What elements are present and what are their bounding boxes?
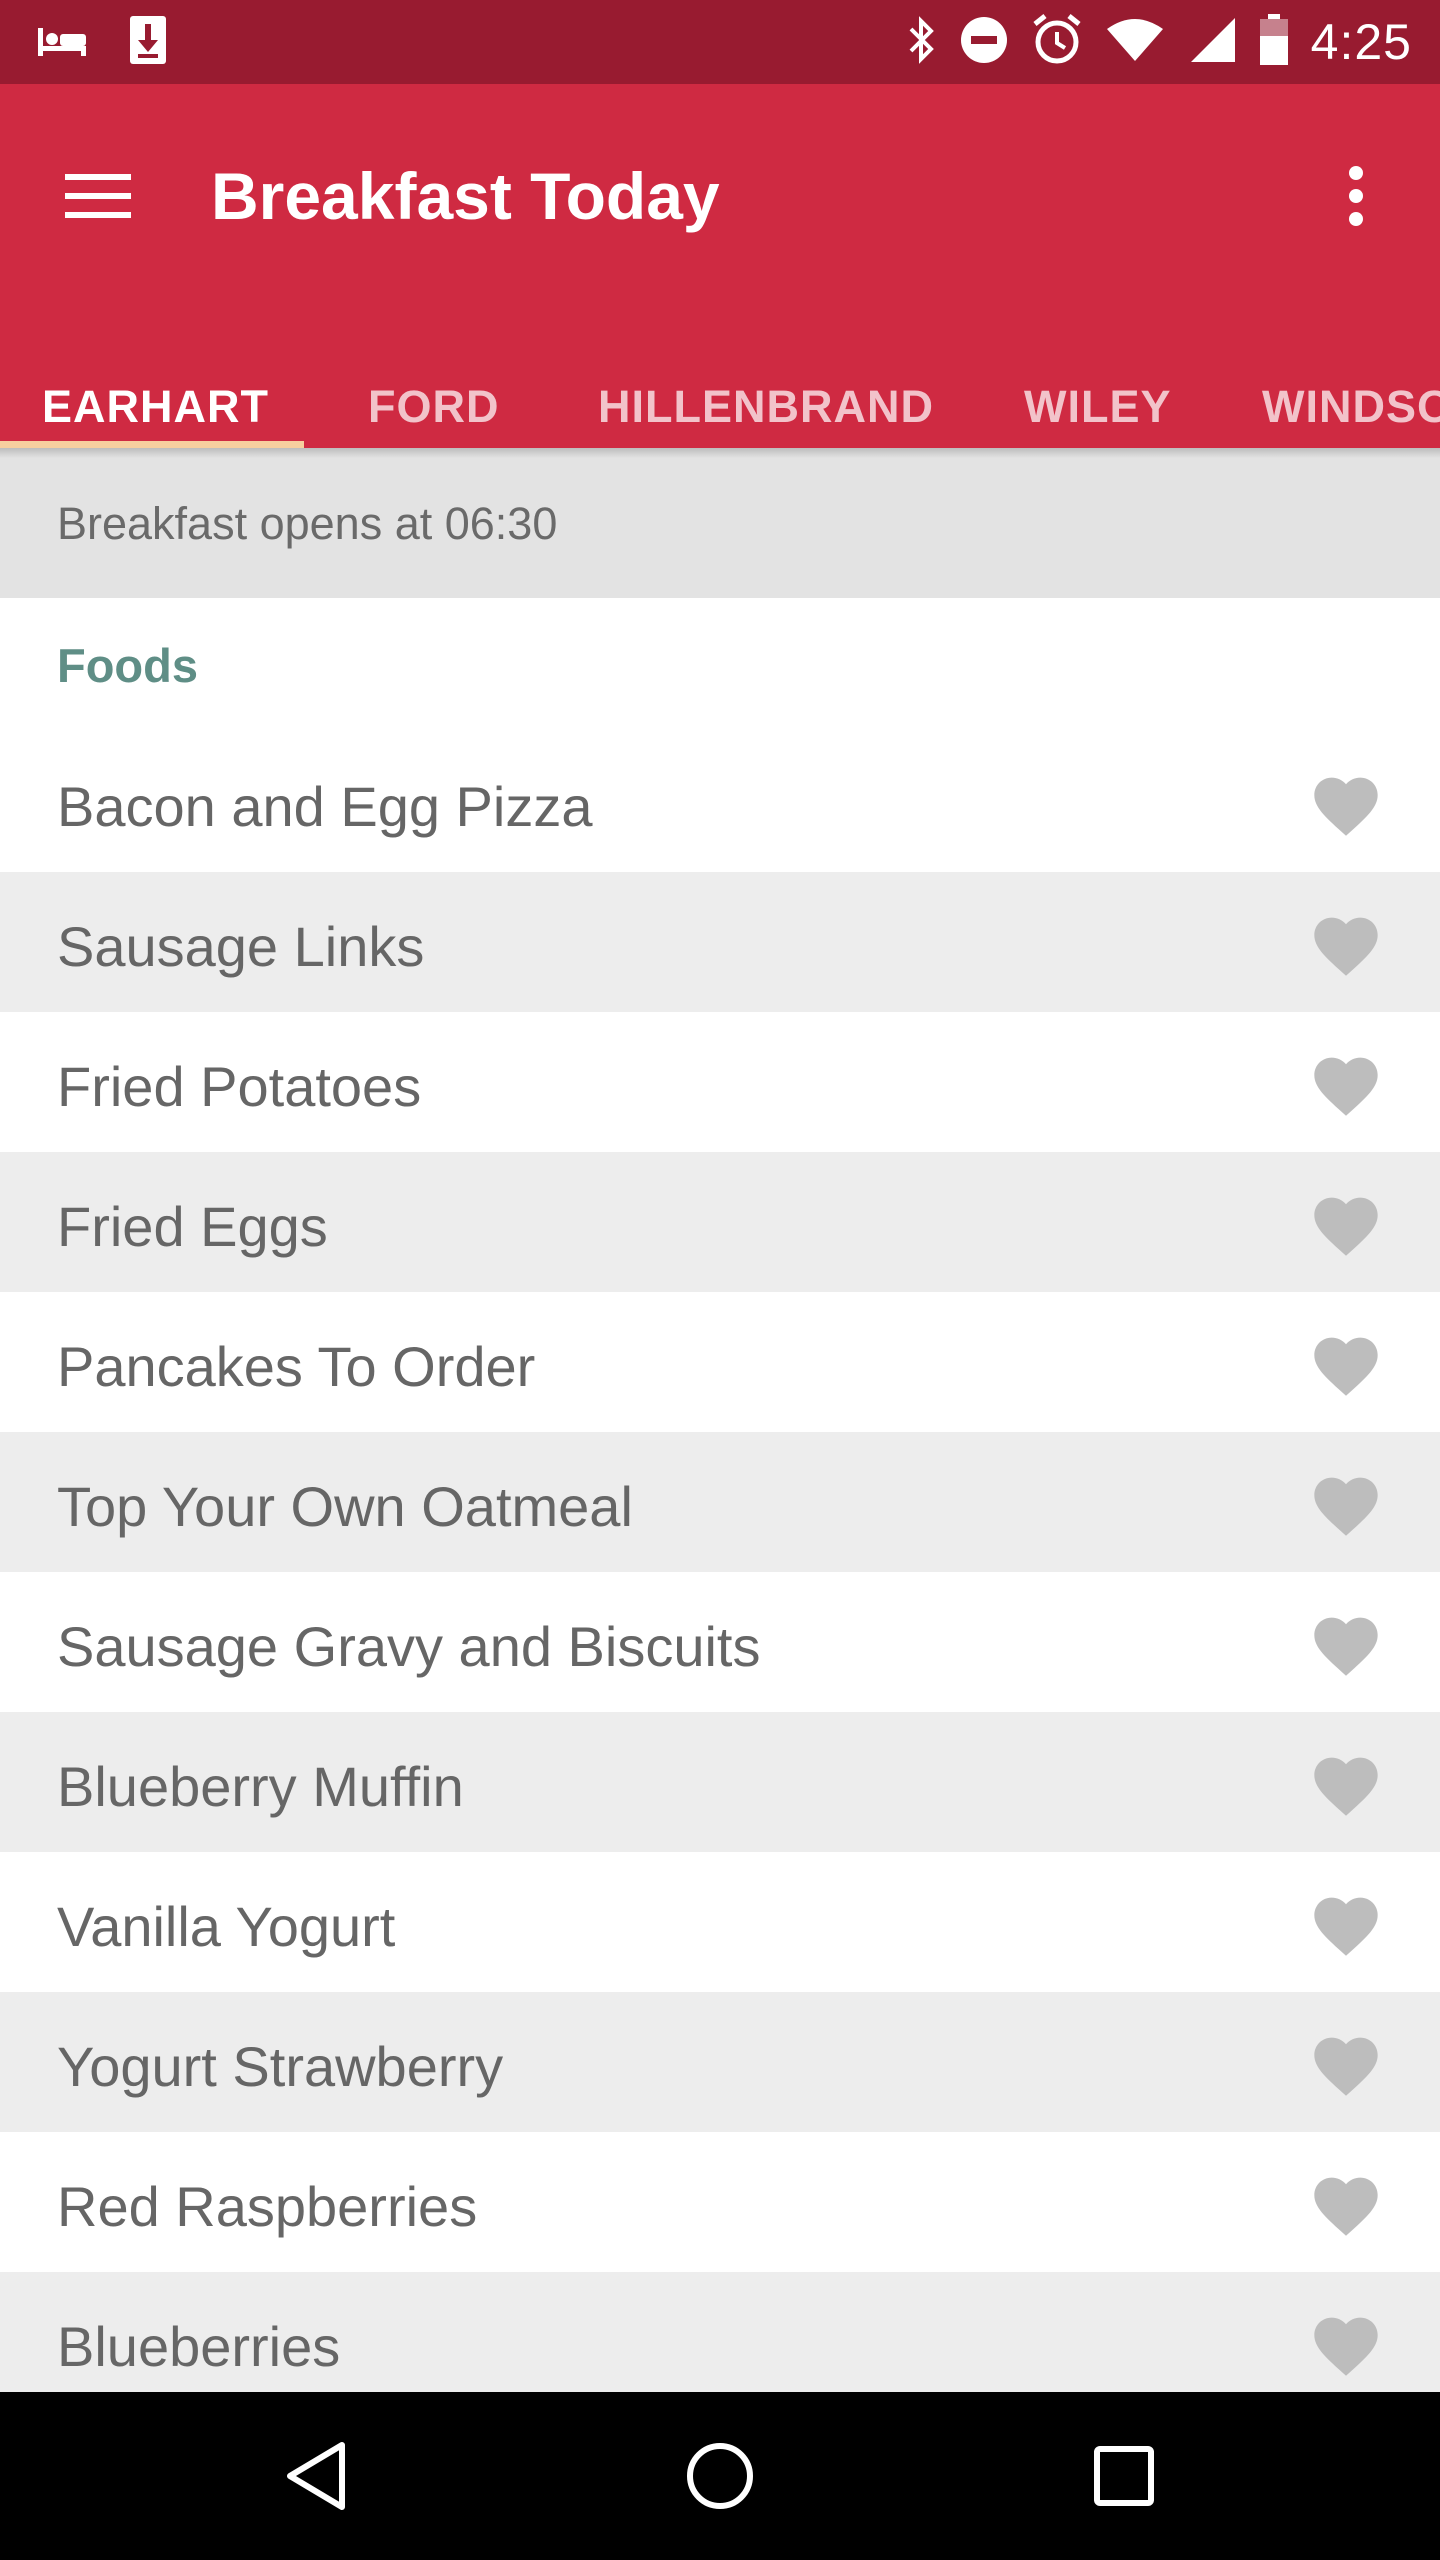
status-bar: 4:25 [0,0,1440,84]
battery-icon [1259,13,1289,71]
heart-icon[interactable] [1308,2308,1384,2378]
navigation-bar [0,2392,1440,2560]
status-time: 4:25 [1310,14,1412,70]
tab-ford[interactable]: FORD [368,366,500,448]
list-item[interactable]: Sausage Gravy and Biscuits [0,1572,1440,1712]
heart-icon[interactable] [1308,1748,1384,1818]
food-name: Bacon and Egg Pizza [57,775,593,838]
heart-icon[interactable] [1308,768,1384,838]
tab-windsor[interactable]: WINDSOR [1262,366,1440,448]
bluetooth-icon [907,15,937,70]
dining-court-tabs: EARHART FORD HILLENBRAND WILEY WINDSOR [0,366,1440,448]
list-item[interactable]: Top Your Own Oatmeal [0,1432,1440,1572]
more-vertical-icon[interactable] [1308,148,1404,244]
opening-notice: Breakfast opens at 06:30 [0,448,1440,598]
tab-hillenbrand[interactable]: HILLENBRAND [598,366,934,448]
active-tab-indicator [0,441,304,448]
list-item[interactable]: Blueberry Muffin [0,1712,1440,1852]
sleep-icon [36,22,88,63]
back-triangle-icon[interactable] [266,2426,366,2526]
list-item[interactable]: Fried Potatoes [0,1012,1440,1152]
home-circle-icon[interactable] [670,2426,770,2526]
list-item[interactable]: Vanilla Yogurt [0,1852,1440,1992]
food-name: Fried Eggs [57,1195,328,1258]
food-name: Red Raspberries [57,2175,478,2238]
list-item[interactable]: Bacon and Egg Pizza [0,732,1440,872]
cell-signal-icon [1187,16,1237,69]
heart-icon[interactable] [1308,1048,1384,1118]
list-item[interactable]: Red Raspberries [0,2132,1440,2272]
opening-time-text: Breakfast opens at 06:30 [57,498,558,549]
food-name: Yogurt Strawberry [57,2035,504,2098]
food-name: Fried Potatoes [57,1055,422,1118]
section-title: Foods [57,639,198,692]
food-list: Bacon and Egg Pizza Sausage Links Fried … [0,732,1440,2412]
food-name: Sausage Links [57,915,425,978]
food-name: Top Your Own Oatmeal [57,1475,633,1538]
recents-square-icon[interactable] [1074,2426,1174,2526]
tab-wiley[interactable]: WILEY [1024,366,1172,448]
list-item[interactable]: Sausage Links [0,872,1440,1012]
food-name: Pancakes To Order [57,1335,536,1398]
food-name: Blueberries [57,2315,341,2378]
list-item[interactable]: Fried Eggs [0,1152,1440,1292]
heart-icon[interactable] [1308,1888,1384,1958]
wifi-icon [1105,17,1165,68]
app-bar-shadow [0,448,1440,458]
tab-earhart[interactable]: EARHART [42,366,269,448]
heart-icon[interactable] [1308,1468,1384,1538]
heart-icon[interactable] [1308,1188,1384,1258]
app-bar: Breakfast Today EARHART FORD HILLENBRAND… [0,84,1440,448]
list-item[interactable]: Pancakes To Order [0,1292,1440,1432]
food-name: Vanilla Yogurt [57,1895,396,1958]
download-icon [128,14,168,71]
heart-icon[interactable] [1308,908,1384,978]
food-name: Sausage Gravy and Biscuits [57,1615,761,1678]
page-title: Breakfast Today [211,159,720,233]
food-name: Blueberry Muffin [57,1755,464,1818]
list-item[interactable]: Blueberries [0,2272,1440,2412]
hamburger-menu-icon[interactable] [50,148,146,244]
heart-icon[interactable] [1308,1608,1384,1678]
heart-icon[interactable] [1308,2168,1384,2238]
list-item[interactable]: Yogurt Strawberry [0,1992,1440,2132]
alarm-icon [1031,13,1083,71]
do-not-disturb-icon [959,15,1009,70]
heart-icon[interactable] [1308,1328,1384,1398]
heart-icon[interactable] [1308,2028,1384,2098]
